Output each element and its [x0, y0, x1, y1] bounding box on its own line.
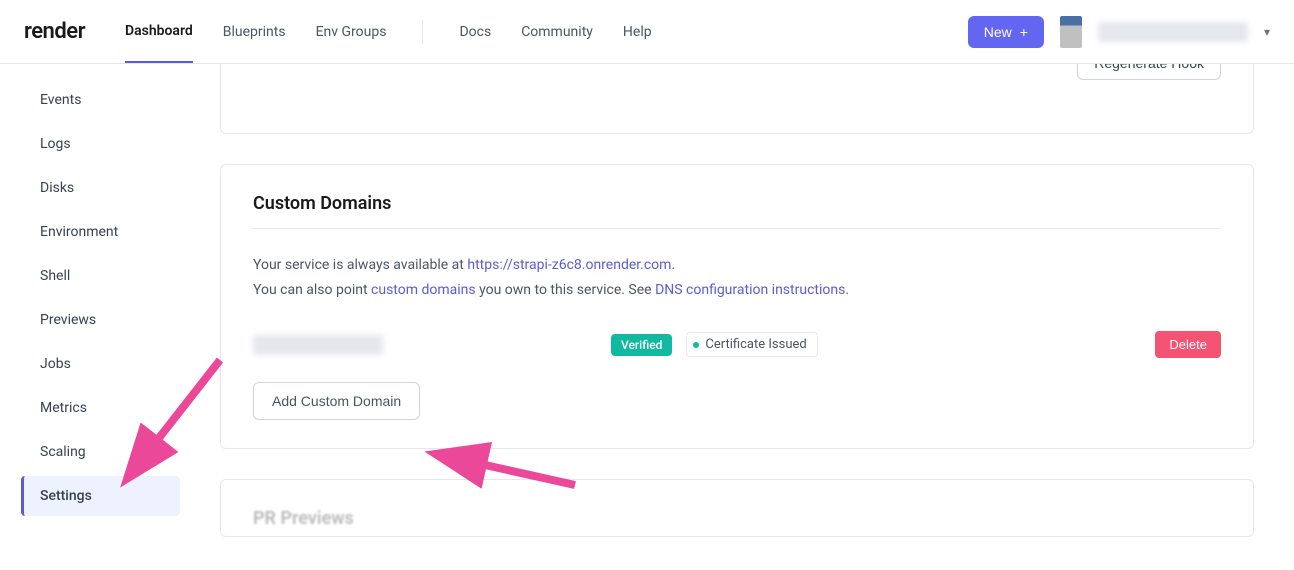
- workspace-icon[interactable]: [1060, 16, 1082, 48]
- plus-icon: +: [1020, 24, 1028, 40]
- new-button-label: New: [984, 24, 1012, 40]
- sidebar-item-disks[interactable]: Disks: [24, 168, 180, 208]
- intro-prefix: Your service is always available at: [253, 257, 467, 273]
- add-custom-domain-button[interactable]: Add Custom Domain: [253, 382, 420, 420]
- main-area: Events Logs Disks Environment Shell Prev…: [0, 64, 1294, 570]
- custom-domains-title: Custom Domains: [253, 193, 1221, 214]
- domain-row: Verified Certificate Issued Delete: [253, 331, 1221, 358]
- service-url-link[interactable]: https://strapi-z6c8.onrender.com: [467, 257, 671, 273]
- chevron-down-icon[interactable]: ▾: [1264, 25, 1270, 39]
- status-dot-icon: [693, 342, 699, 348]
- user-name[interactable]: [1098, 22, 1248, 42]
- sidebar-item-events[interactable]: Events: [24, 80, 180, 120]
- custom-domains-card: Custom Domains Your service is always av…: [220, 164, 1254, 449]
- nav-blueprints[interactable]: Blueprints: [223, 2, 286, 62]
- nav-community[interactable]: Community: [521, 2, 593, 62]
- sidebar-item-previews[interactable]: Previews: [24, 300, 180, 340]
- nav-right-group: New + ▾: [968, 16, 1270, 48]
- certificate-badge: Certificate Issued: [686, 332, 817, 357]
- sidebar-item-logs[interactable]: Logs: [24, 124, 180, 164]
- sidebar-item-metrics[interactable]: Metrics: [24, 388, 180, 428]
- nav-left-group: Dashboard Blueprints Env Groups Docs Com…: [125, 1, 652, 63]
- domain-name: [253, 335, 383, 355]
- sidebar: Events Logs Disks Environment Shell Prev…: [0, 64, 200, 570]
- intro-suffix: .: [671, 257, 675, 273]
- section-divider: [253, 228, 1221, 229]
- dns-instructions-link[interactable]: DNS configuration instructions: [655, 282, 845, 298]
- sidebar-item-environment[interactable]: Environment: [24, 212, 180, 252]
- line2-prefix: You can also point: [253, 282, 371, 298]
- brand-logo[interactable]: render: [24, 19, 85, 44]
- new-button[interactable]: New +: [968, 16, 1044, 48]
- verified-badge: Verified: [611, 334, 672, 356]
- line2-suffix: .: [845, 282, 849, 298]
- top-navigation: render Dashboard Blueprints Env Groups D…: [0, 0, 1294, 64]
- sidebar-item-scaling[interactable]: Scaling: [24, 432, 180, 472]
- next-card-partial: PR Previews: [220, 479, 1254, 537]
- custom-domains-line2: You can also point custom domains you ow…: [253, 278, 1221, 303]
- nav-docs[interactable]: Docs: [459, 2, 491, 62]
- sidebar-item-jobs[interactable]: Jobs: [24, 344, 180, 384]
- certificate-badge-label: Certificate Issued: [705, 337, 806, 352]
- nav-divider: [422, 20, 423, 44]
- delete-domain-button[interactable]: Delete: [1155, 331, 1221, 358]
- custom-domains-intro: Your service is always available at http…: [253, 253, 1221, 278]
- nav-env-groups[interactable]: Env Groups: [316, 2, 387, 62]
- line2-mid: you own to this service. See: [476, 282, 655, 298]
- deploy-hook-card: server. Remember to keep this a secret. …: [220, 64, 1254, 134]
- custom-domains-link[interactable]: custom domains: [371, 282, 476, 298]
- next-card-title: PR Previews: [253, 508, 1221, 529]
- sidebar-item-shell[interactable]: Shell: [24, 256, 180, 296]
- sidebar-item-settings[interactable]: Settings: [21, 476, 180, 516]
- content-area: server. Remember to keep this a secret. …: [200, 64, 1294, 570]
- regenerate-hook-button[interactable]: Regenerate Hook: [1077, 64, 1221, 80]
- nav-dashboard[interactable]: Dashboard: [125, 1, 193, 63]
- nav-help[interactable]: Help: [623, 2, 652, 62]
